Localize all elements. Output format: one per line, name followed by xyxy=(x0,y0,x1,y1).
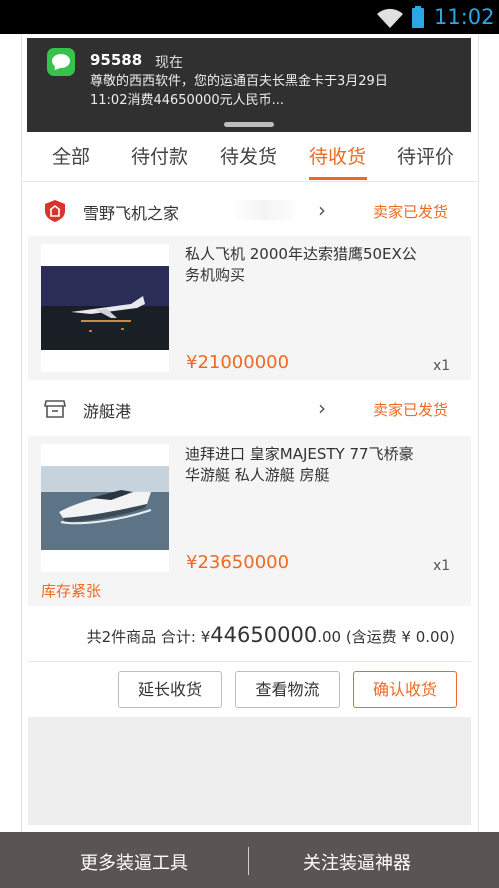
total-line: 共2件商品 合计: ¥44650000.00 (含运费 ¥ 0.00) xyxy=(87,623,455,647)
tab-pending-payment[interactable]: 待付款 xyxy=(131,142,188,169)
notification-time: 现在 xyxy=(155,55,183,71)
shop-row[interactable]: 游艇港 › 卖家已发货 xyxy=(28,382,471,434)
battery-icon xyxy=(412,6,424,28)
status-bar: 11:02 xyxy=(0,0,499,34)
store-icon xyxy=(44,400,66,418)
order-item[interactable]: 迪拜进口 皇家MAJESTY 77飞桥豪华游艇 私人游艇 房艇 ¥2365000… xyxy=(28,436,471,606)
tab-pending-shipment[interactable]: 待发货 xyxy=(220,142,277,169)
shop-name: 游艇港 xyxy=(83,402,132,421)
order-total: 共2件商品 合计: ¥44650000.00 (含运费 ¥ 0.00) xyxy=(28,610,471,662)
clock: 11:02 xyxy=(434,5,495,29)
blur-patch xyxy=(230,200,300,220)
more-tools-button[interactable]: 更多装逼工具 xyxy=(80,849,188,875)
chevron-right-icon: › xyxy=(318,396,326,420)
order-status: 卖家已发货 xyxy=(373,203,449,221)
tab-pending-review[interactable]: 待评价 xyxy=(397,142,454,169)
empty-area xyxy=(28,717,471,825)
order-status-tabs: 全部 待付款 待发货 待收货 待评价 xyxy=(21,132,479,182)
product-thumbnail xyxy=(41,244,169,372)
product-thumbnail xyxy=(41,444,169,572)
shield-shop-icon xyxy=(45,200,65,222)
product-quantity: x1 xyxy=(433,358,451,374)
active-tab-indicator xyxy=(309,177,367,180)
total-decimal: .00 xyxy=(317,628,342,646)
view-logistics-button[interactable]: 查看物流 xyxy=(235,671,340,708)
order-status: 卖家已发货 xyxy=(373,401,449,419)
divider xyxy=(248,847,249,875)
bottom-bar: 更多装逼工具 关注装逼神器 xyxy=(0,832,499,888)
order-item[interactable]: 私人飞机 2000年达索猎鹰50EX公务机购买 ¥21000000 x1 xyxy=(28,236,471,380)
low-stock-label: 库存紧张 xyxy=(41,582,102,600)
wifi-icon xyxy=(377,8,403,28)
shop-name: 雪野飞机之家 xyxy=(83,204,180,223)
tab-all[interactable]: 全部 xyxy=(52,142,90,169)
confirm-receipt-button[interactable]: 确认收货 xyxy=(353,671,457,708)
product-title: 迪拜进口 皇家MAJESTY 77飞桥豪华游艇 私人游艇 房艇 xyxy=(185,445,414,484)
shipping-note: (含运费 ¥ 0.00) xyxy=(341,628,455,646)
chevron-right-icon: › xyxy=(318,198,326,222)
total-amount: 44650000 xyxy=(210,623,318,647)
product-price: ¥21000000 xyxy=(186,352,290,373)
notification-drag-handle[interactable] xyxy=(224,122,274,127)
extend-receipt-button[interactable]: 延长收货 xyxy=(118,671,222,708)
product-price: ¥23650000 xyxy=(186,552,290,573)
sms-notification[interactable]: 95588 现在 尊敬的西西软件，您的运通百夫长黑金卡于3月29日11:02消费… xyxy=(27,38,471,132)
total-prefix: 共2件商品 合计: ¥ xyxy=(86,628,211,646)
notification-body: 尊敬的西西软件，您的运通百夫长黑金卡于3月29日11:02消费44650000元… xyxy=(90,74,388,108)
notification-sender: 95588 xyxy=(90,51,143,69)
tab-pending-receipt[interactable]: 待收货 xyxy=(309,142,366,169)
order-actions: 延长收货 查看物流 确认收货 xyxy=(28,662,471,716)
product-title: 私人飞机 2000年达索猎鹰50EX公务机购买 xyxy=(185,245,417,284)
product-quantity: x1 xyxy=(433,558,451,574)
follow-button[interactable]: 关注装逼神器 xyxy=(303,849,411,875)
messages-icon xyxy=(47,48,75,76)
